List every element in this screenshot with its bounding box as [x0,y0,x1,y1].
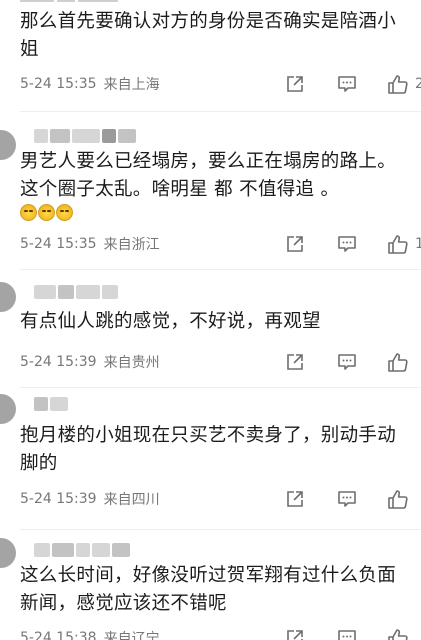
reply-button[interactable] [337,487,357,511]
comment-icon [338,236,356,252]
comment-location: 来自辽宁 [103,631,160,640]
comment-actions [221,487,421,511]
reply-button[interactable] [337,350,357,374]
like-count: 1 [415,236,421,252]
comment-date: 5-24 15:35 [20,76,97,92]
like-button[interactable]: 1 [387,232,421,256]
comment-text: 那么首先要确认对方的身份是否确实是陪酒小姐 [20,11,397,60]
comment-date: 5-24 15:39 [20,354,97,370]
avatar [0,394,16,424]
comment-item: 有点仙人跳的感觉，不好说，再观望 5-24 15:39 来自贵州 [0,270,421,388]
comment-item: 抱月楼的小姐现在只买艺不卖身了，别动手动脚的 5-24 15:39 来自四川 [0,388,421,530]
comment-date: 5-24 15:35 [20,236,97,252]
thumbs-up-icon [388,490,408,509]
comment-actions [221,350,421,374]
avatar [0,538,16,568]
avatar [0,130,16,160]
comment-actions: 2 [221,72,421,96]
share-button[interactable] [285,232,305,256]
username-blurred [34,284,118,300]
share-button[interactable] [285,487,305,511]
reply-button[interactable] [337,626,357,640]
comment-icon [338,76,356,92]
thumbs-up-icon [388,235,408,254]
comment-icon [338,630,356,640]
comment-meta: 5-24 15:39 来自贵州 [20,352,160,372]
username-blurred [34,542,130,558]
share-icon [287,630,303,640]
comment-actions [221,626,421,640]
comment-text: 男艺人要么已经塌房，要么正在塌房的路上。这个圈子太乱。啥明星 都 不值得追 。 [20,151,397,200]
laughing-crying-emoji [56,204,73,221]
comment-meta: 5-24 15:35 来自上海 [20,74,160,94]
username-blurred [34,396,68,412]
share-icon [287,491,303,507]
comment-text: 抱月楼的小姐现在只买艺不卖身了，别动手动脚的 [20,425,397,474]
thumbs-up-icon [388,629,408,640]
comment-actions: 1 [221,232,421,256]
comment-location: 来自贵州 [103,355,160,371]
share-button[interactable] [285,350,305,374]
comment-location: 来自浙江 [103,237,160,253]
laughing-crying-emoji [38,204,55,221]
share-button[interactable] [285,72,305,96]
like-button[interactable] [387,487,409,511]
laughing-crying-emoji [20,204,37,221]
emoji-row [20,204,73,221]
comment-item: 这么长时间，好像没听过贺军翔有过什么负面新闻，感觉应该还不错呢 5-24 15:… [0,530,421,640]
like-button[interactable]: 2 [387,72,421,96]
comment-icon [338,354,356,370]
thumbs-up-icon [388,75,408,94]
comment-meta: 5-24 15:38 来自辽宁 [20,628,160,640]
comment-text: 这么长时间，好像没听过贺军翔有过什么负面新闻，感觉应该还不错呢 [20,565,397,614]
like-button[interactable] [387,350,409,374]
comment-date: 5-24 15:38 [20,630,97,640]
comment-location: 来自四川 [103,492,160,508]
thumbs-up-icon [388,353,408,372]
comment-item: 男艺人要么已经塌房，要么正在塌房的路上。这个圈子太乱。啥明星 都 不值得追 。 … [0,112,421,270]
share-button[interactable] [285,626,305,640]
like-button[interactable] [387,626,409,640]
reply-button[interactable] [337,232,357,256]
share-icon [287,354,303,370]
comment-text: 有点仙人跳的感觉，不好说，再观望 [20,311,321,332]
comment-date: 5-24 15:39 [20,491,97,507]
reply-button[interactable] [337,72,357,96]
like-count: 2 [415,76,421,92]
username-blurred [34,128,136,144]
share-icon [287,76,303,92]
comment-location: 来自上海 [103,77,160,93]
comment-icon [338,491,356,507]
share-icon [287,236,303,252]
comment-meta: 5-24 15:35 来自浙江 [20,234,160,254]
comment-item: 那么首先要确认对方的身份是否确实是陪酒小姐 5-24 15:35 来自上海 2 [0,0,421,112]
avatar [0,282,16,312]
comment-meta: 5-24 15:39 来自四川 [20,489,160,509]
